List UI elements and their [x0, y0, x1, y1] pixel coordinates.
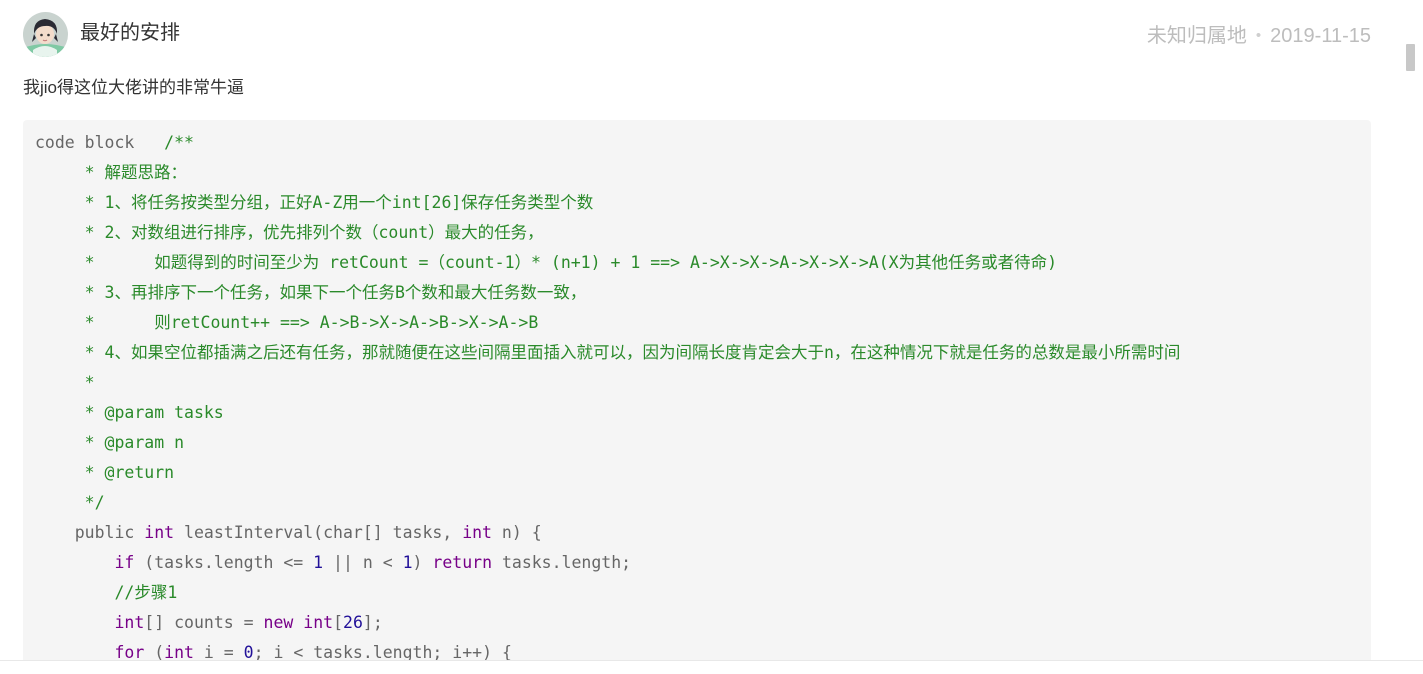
- avatar[interactable]: [23, 12, 68, 57]
- code-token-comment: * 2、对数组进行排序，优先排列个数（count）最大的任务，: [35, 223, 544, 242]
- code-token-plain: [] counts =: [144, 613, 264, 632]
- code-token-keyword: int: [114, 613, 145, 632]
- code-token-plain: leastInterval(char[] tasks,: [174, 523, 463, 542]
- scrollbar-thumb[interactable]: [1406, 44, 1415, 71]
- code-token-comment: *: [35, 373, 95, 392]
- code-line: * 1、将任务按类型分组，正好A-Z用一个int[26]保存任务类型个数: [35, 188, 1359, 218]
- scrollbar-track[interactable]: [1403, 44, 1417, 659]
- code-token-comment: //步骤1: [114, 583, 178, 602]
- code-line: * 解题思路：: [35, 158, 1359, 188]
- code-token-comment: * 1、将任务按类型分组，正好A-Z用一个int[26]保存任务类型个数: [35, 193, 594, 212]
- code-token-comment: * 3、再排序下一个任务，如果下一个任务B个数和最大任务数一致，: [35, 283, 587, 302]
- code-line: if (tasks.length <= 1 || n < 1) return t…: [35, 548, 1359, 578]
- code-line: * 2、对数组进行排序，优先排列个数（count）最大的任务，: [35, 218, 1359, 248]
- code-line: *: [35, 368, 1359, 398]
- code-token-plain: [: [333, 613, 344, 632]
- author-name[interactable]: 最好的安排: [80, 20, 180, 46]
- code-token-plain: code block: [35, 133, 165, 152]
- code-token-plain: ];: [362, 613, 383, 632]
- code-token-comment: * @param n: [35, 433, 185, 452]
- bottom-divider: [0, 660, 1423, 674]
- location-label: 未知归属地: [1146, 25, 1247, 47]
- code-line: * 3、再排序下一个任务，如果下一个任务B个数和最大任务数一致，: [35, 278, 1359, 308]
- code-token-comment: /**: [164, 133, 194, 152]
- code-token-comment: * 4、如果空位都插满之后还有任务，那就随便在这些间隔里面插入就可以，因为间隔长…: [35, 343, 1181, 362]
- code-token-keyword: new: [263, 613, 294, 632]
- code-token-comment: * 则retCount++ ==> A->B->X->A->B->X->A->B: [35, 313, 539, 332]
- code-token-plain: n) {: [492, 523, 542, 542]
- code-token-plain: public: [35, 523, 145, 542]
- code-token-number: 1: [313, 553, 324, 572]
- code-token-comment: */: [35, 493, 105, 512]
- code-line: int[] counts = new int[26];: [35, 608, 1359, 638]
- code-token-comment: * @return: [35, 463, 175, 482]
- comment-date: 2019-11-15: [1270, 25, 1371, 47]
- code-line: * 则retCount++ ==> A->B->X->A->B->X->A->B: [35, 308, 1359, 338]
- code-token-comment: * 解题思路：: [35, 163, 188, 182]
- code-block: code block /** * 解题思路： * 1、将任务按类型分组，正好A-…: [23, 120, 1371, 674]
- code-line: * @param n: [35, 428, 1359, 458]
- comment-page: 最好的安排 未知归属地 • 2019-11-15 我jio得这位大佬讲的非常牛逼 c…: [0, 0, 1423, 674]
- code-token-comment: * 如题得到的时间至少为 retCount =（count-1）* (n+1) …: [35, 253, 1058, 272]
- comment-meta: 未知归属地 • 2019-11-15: [1147, 23, 1371, 49]
- comment-text: 我jio得这位大佬讲的非常牛逼: [23, 78, 245, 97]
- code-token-keyword: int: [462, 523, 492, 542]
- code-token-plain: || n <: [323, 553, 403, 572]
- code-line: * @return: [35, 458, 1359, 488]
- code-token-plain: tasks.length;: [492, 553, 632, 572]
- code-line: * 如题得到的时间至少为 retCount =（count-1）* (n+1) …: [35, 248, 1359, 278]
- code-token-keyword: return: [432, 553, 493, 572]
- code-line: */: [35, 488, 1359, 518]
- code-line: * 4、如果空位都插满之后还有任务，那就随便在这些间隔里面插入就可以，因为间隔长…: [35, 338, 1359, 368]
- code-content: code block /** * 解题思路： * 1、将任务按类型分组，正好A-…: [23, 120, 1371, 674]
- code-token-keyword: int: [144, 523, 175, 542]
- code-line: code block /**: [35, 128, 1359, 158]
- code-line: public int leastInterval(char[] tasks, i…: [35, 518, 1359, 548]
- code-token-comment: * @param tasks: [35, 403, 224, 422]
- code-token-keyword: if: [114, 553, 135, 572]
- code-token-plain: (tasks.length <=: [134, 553, 314, 572]
- code-token-number: 1: [402, 553, 413, 572]
- avatar-icon: [23, 12, 68, 57]
- code-token-number: 26: [343, 613, 363, 632]
- code-line: * @param tasks: [35, 398, 1359, 428]
- code-token-plain: ): [412, 553, 433, 572]
- code-token-keyword: int: [303, 613, 334, 632]
- code-line: //步骤1: [35, 578, 1359, 608]
- separator-dot: •: [1255, 27, 1262, 44]
